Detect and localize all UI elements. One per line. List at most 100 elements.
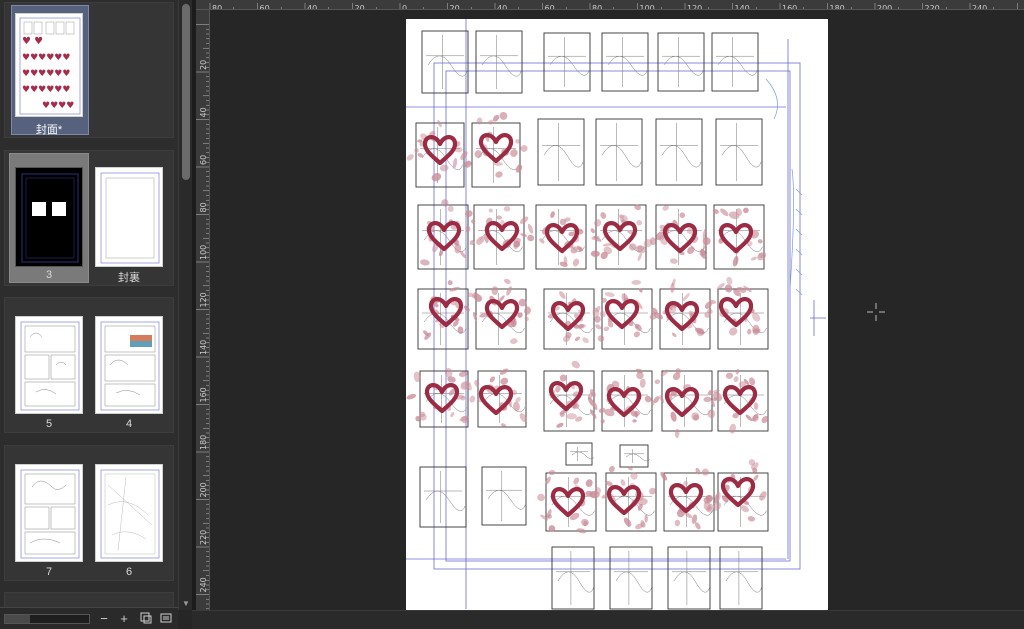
storyboard-panel [551, 546, 595, 610]
petal-stroke [417, 153, 424, 158]
panel-sketch-lines [548, 37, 590, 87]
petal-stroke [725, 372, 734, 379]
petal-stroke [695, 467, 701, 475]
page-spread-5-partial[interactable] [4, 592, 174, 608]
heart-drawings [422, 133, 758, 518]
zoom-in-button[interactable]: + [116, 611, 132, 627]
storyboard-panel [419, 466, 467, 528]
storyboard-panel [609, 546, 653, 610]
petal-stroke [712, 209, 719, 214]
petal-stroke [566, 413, 577, 420]
page-settings-icon[interactable] [138, 611, 154, 627]
petal-stroke [757, 252, 767, 261]
page-panel-scrollbar[interactable]: ▲ ▼ [178, 0, 192, 610]
page-label-6: 6 [125, 566, 133, 578]
storyboard-panel [417, 288, 469, 350]
petal-stroke [669, 258, 678, 264]
drawing-canvas[interactable] [210, 10, 1024, 613]
storyboard-panel [619, 444, 649, 468]
ruler-tick-label: 80 [199, 202, 208, 212]
petal-stroke [414, 148, 419, 153]
storyboard-panel [537, 118, 585, 186]
thumbnail-zoom-slider[interactable] [4, 614, 90, 624]
page-thumbnail-6[interactable] [95, 464, 163, 562]
scrollbar-thumb[interactable] [182, 4, 190, 180]
panel-sketch-lines [662, 37, 704, 87]
storyboard-panel [595, 118, 643, 186]
page-label-3: 3 [45, 269, 53, 281]
panel-sketch-lines [424, 471, 466, 523]
page-7-preview [20, 469, 80, 559]
petal-stroke [439, 164, 449, 172]
petal-stroke [476, 117, 483, 125]
heart-drawing [722, 385, 758, 416]
petal-stroke [729, 327, 738, 336]
storyboard-panel [711, 32, 759, 92]
petal-stroke [620, 479, 626, 487]
petal-stroke [406, 154, 414, 161]
petal-stroke [520, 145, 528, 152]
petal-stroke [679, 212, 686, 219]
ruler-tick-label: 240 [199, 577, 208, 592]
manuscript-page[interactable] [406, 19, 828, 613]
svg-text:♥♥♥♥♥♥: ♥♥♥♥♥♥ [22, 53, 70, 63]
petal-stroke [474, 379, 480, 387]
page-spread-2[interactable]: 3 封裏 [4, 150, 174, 286]
petal-stroke [527, 234, 535, 242]
petal-stroke [703, 396, 712, 403]
panel-sketch-lines [480, 293, 525, 345]
page-thumbnail-3[interactable] [15, 167, 83, 267]
petal-stroke [701, 468, 709, 476]
panel-sketch-lines [570, 447, 595, 461]
heart-drawing [422, 135, 458, 166]
ruler-tick-label: 120 [199, 292, 208, 307]
page-thumbnail-back-cover[interactable] [95, 167, 163, 267]
page-thumbnail-4[interactable] [95, 316, 163, 414]
petal-stroke [674, 428, 680, 439]
panel-sketch-lines [606, 37, 648, 87]
petal-stroke [488, 208, 493, 213]
storyboard-panel [719, 546, 763, 610]
petal-stroke [682, 293, 690, 302]
petal-stroke [594, 219, 602, 227]
page-thumbnail-5[interactable] [15, 316, 83, 414]
storyboard-panel [481, 466, 527, 526]
petal-stroke [660, 369, 669, 377]
petal-stroke [458, 371, 468, 377]
page-thumbnail-7[interactable] [15, 464, 83, 562]
panel-sketch-lines [716, 37, 758, 87]
petal-stroke [707, 409, 716, 419]
zoom-slider-fill [5, 615, 31, 623]
petal-stroke [495, 171, 503, 178]
page-spread-4[interactable]: 7 6 [4, 445, 174, 581]
petal-stroke [585, 479, 593, 488]
storyboard-panels [415, 30, 769, 610]
petal-stroke [735, 368, 740, 375]
petal-stroke [720, 208, 729, 217]
page-5-preview [20, 321, 80, 411]
storyboard-panel [475, 30, 523, 94]
panel-sketch-lines [480, 35, 522, 89]
petal-stroke [637, 252, 642, 262]
page-spread-cover[interactable]: ♥ ♥ ♥♥♥♥♥♥ ♥♥♥♥♥♥ ♥♥♥♥♥♥ ♥♥♥♥ 封面* [4, 2, 174, 138]
storyboard-panel [421, 30, 469, 94]
zoom-out-button[interactable]: − [96, 611, 112, 627]
petal-stroke [631, 280, 642, 285]
petal-stroke [604, 292, 615, 297]
storyboard-artwork[interactable] [406, 19, 828, 613]
page-spread-3[interactable]: 5 4 [4, 297, 174, 433]
petal-stroke [590, 250, 600, 258]
panel-sketch-lines [426, 35, 468, 89]
panel-sketch-lines [542, 123, 584, 181]
svg-text:♥ ♥: ♥ ♥ [22, 36, 43, 47]
vertical-ruler-ticks: 20 40 60 80 100 120 140 160 180 200 220 240 [196, 24, 209, 610]
petal-stroke [447, 280, 453, 286]
petal-stroke [518, 298, 527, 307]
scroll-down-icon[interactable]: ▼ [179, 598, 193, 610]
petal-stroke [496, 215, 502, 220]
petal-stroke [500, 377, 509, 385]
storyboard-panel [655, 118, 703, 186]
page-label-7: 7 [45, 566, 53, 578]
page-panel-menu-icon[interactable] [158, 611, 174, 627]
page-thumbnail-cover[interactable]: ♥ ♥ ♥♥♥♥♥♥ ♥♥♥♥♥♥ ♥♥♥♥♥♥ ♥♥♥♥ [15, 13, 83, 117]
